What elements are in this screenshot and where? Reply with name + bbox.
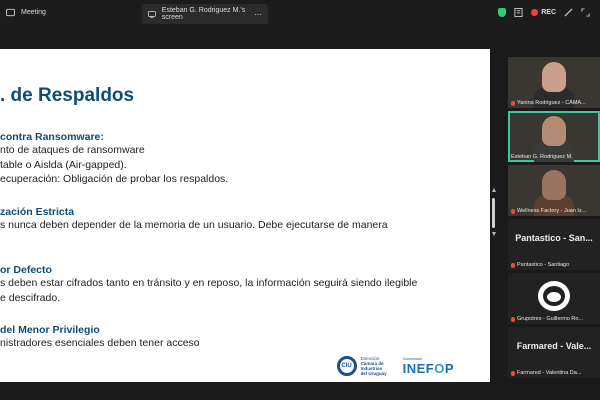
- inefop-b: O: [434, 360, 445, 376]
- section-least-privilege: del Menor Privilegio nistradores esencia…: [0, 324, 200, 351]
- participant-tile[interactable]: Farmared - Vale... Farmared - Valentina …: [508, 327, 600, 378]
- top-bar: Meeting Esteban G. Rodriguez M.'s screen…: [0, 0, 600, 24]
- rec-label: REC: [541, 8, 556, 16]
- mic-muted-icon: [511, 100, 515, 106]
- mic-muted-icon: [511, 370, 515, 376]
- recording-indicator[interactable]: REC: [531, 8, 556, 16]
- record-dot-icon: [531, 8, 539, 16]
- ciu-line3: del Uruguay: [360, 371, 387, 376]
- section-heading: zación Estricta: [0, 206, 75, 218]
- participant-tile[interactable]: Yanina Rodriguez - CÁMA...: [508, 57, 600, 108]
- monkey-avatar-icon: [538, 281, 570, 311]
- section-ransomware: contra Ransomware: nto de ataques de ran…: [0, 131, 228, 187]
- inefop-a: INEF: [402, 360, 435, 376]
- participant-display-name: Pantastico - San...: [515, 233, 593, 243]
- participant-tile[interactable]: Grupotres - Guillermo Ro...: [508, 273, 600, 324]
- participant-name: Grupotres - Guillermo Ro...: [517, 316, 584, 322]
- ciu-text: Dirección Cámara de Industrias del Urugu…: [361, 356, 387, 376]
- shared-slide: . de Respaldos contra Ransomware: nto de…: [0, 49, 490, 382]
- participant-tile[interactable]: Wellness Factory - Juan Iz...: [508, 165, 600, 216]
- top-bar-actions: REC: [498, 0, 600, 24]
- participant-caption: Grupotres - Guillermo Ro...: [511, 316, 583, 322]
- participant-name: Esteban G. Rodriguez M.: [511, 154, 573, 160]
- section-line: s nunca deben depender de la memoria de …: [0, 219, 388, 231]
- section-encryption: or Defecto s deben estar cifrados tanto …: [0, 264, 417, 305]
- inefop-c: P: [444, 360, 454, 376]
- mic-muted-icon: [511, 316, 515, 322]
- participants-scrollbar[interactable]: [492, 198, 495, 228]
- section-line: e descifrado.: [0, 291, 61, 304]
- participant-caption: Esteban G. Rodriguez M.: [511, 154, 573, 160]
- screen-share-icon: [148, 10, 156, 18]
- tab-shared-screen[interactable]: Esteban G. Rodriguez M.'s screen ⋯: [142, 4, 268, 24]
- section-heading: or Defecto: [0, 264, 52, 276]
- ciu-mark: CIU: [336, 356, 357, 376]
- pen-icon[interactable]: [564, 7, 573, 17]
- participant-name: Farmared - Valentina Da...: [517, 370, 582, 376]
- inefop-logo: Conformado INEFOP: [403, 357, 454, 376]
- participant-caption: Wellness Factory - Juan Iz...: [511, 208, 586, 214]
- participant-caption: Yanina Rodriguez - CÁMA...: [511, 100, 586, 106]
- mic-muted-icon: [511, 262, 515, 268]
- shield-icon[interactable]: [498, 7, 507, 17]
- tab-meeting-label: Meeting: [21, 8, 46, 16]
- section-heading: del Menor Privilegio: [0, 324, 100, 336]
- section-automation: zación Estricta s nunca deben depender d…: [0, 206, 388, 233]
- participant-face: [542, 170, 566, 200]
- participant-name: Pantastico - Santiago: [517, 262, 570, 268]
- participant-tile-active[interactable]: Esteban G. Rodriguez M.: [508, 111, 600, 162]
- section-line: ecuperación: Obligación de probar los re…: [0, 173, 229, 185]
- slide-title: . de Respaldos: [0, 85, 135, 106]
- participant-name: Wellness Factory - Juan Iz...: [517, 208, 587, 214]
- participant-face: [542, 116, 566, 146]
- participant-caption: Farmared - Valentina Da...: [511, 370, 581, 376]
- meeting-window: Meeting Esteban G. Rodriguez M.'s screen…: [0, 0, 600, 400]
- section-line: s deben estar cifrados tanto en tránsito…: [0, 277, 418, 289]
- mic-muted-icon: [511, 208, 515, 214]
- tab-shared-screen-label: Esteban G. Rodriguez M.'s screen: [161, 7, 246, 21]
- more-options-icon[interactable]: ⋯: [254, 10, 262, 19]
- participant-tile[interactable]: Pantastico - San... Pantastico - Santiag…: [508, 219, 600, 270]
- notes-icon[interactable]: [514, 7, 523, 17]
- ciu-logo: CIU Dirección Cámara de Industrias del U…: [336, 356, 387, 376]
- expand-icon[interactable]: [581, 7, 590, 17]
- tab-meeting[interactable]: Meeting: [0, 0, 142, 24]
- inefop-word: INEFOP: [403, 361, 454, 376]
- logos: CIU Dirección Cámara de Industrias del U…: [336, 356, 454, 376]
- scroll-up-icon[interactable]: [492, 188, 496, 192]
- section-line: table o Aislda (Air-gapped).: [0, 158, 127, 171]
- participant-face: [542, 62, 566, 92]
- section-heading: contra Ransomware:: [0, 131, 104, 143]
- section-line: nto de ataques de ransomware: [0, 144, 145, 156]
- section-line: nistradores esenciales deben tener acces…: [0, 337, 200, 349]
- participant-display-name: Farmared - Vale...: [516, 341, 592, 351]
- scroll-down-icon[interactable]: [492, 232, 496, 236]
- participant-name: Yanina Rodriguez - CÁMA...: [517, 100, 586, 106]
- meeting-icon: [6, 8, 15, 16]
- participants-panel: Yanina Rodriguez - CÁMA... Esteban G. Ro…: [508, 57, 600, 381]
- participant-caption: Pantastico - Santiago: [511, 262, 569, 268]
